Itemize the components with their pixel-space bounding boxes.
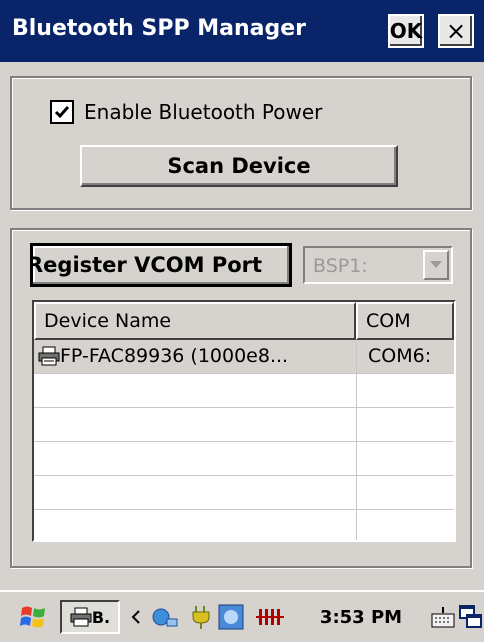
- taskbar: B. 3:53 PM: [0, 590, 484, 642]
- column-header-com[interactable]: COM: [356, 302, 454, 340]
- list-item: [34, 408, 454, 442]
- enable-power-label: Enable Bluetooth Power: [84, 100, 323, 124]
- close-button[interactable]: ×: [438, 14, 474, 48]
- list-item[interactable]: FP-FAC89936 (1000e8... COM6:: [34, 340, 454, 374]
- list-item: [34, 442, 454, 476]
- clock[interactable]: 3:53 PM: [296, 600, 426, 634]
- register-vcom-button[interactable]: Register VCOM Port: [30, 243, 292, 287]
- keyboard-icon[interactable]: [430, 600, 456, 634]
- register-vcom-label: Register VCOM Port: [30, 253, 263, 277]
- enable-power-checkbox[interactable]: [50, 100, 74, 124]
- column-header-device-name[interactable]: Device Name: [34, 302, 356, 340]
- port-select[interactable]: BSP1:: [303, 246, 453, 284]
- title-bar: Bluetooth SPP Manager OK ×: [0, 0, 484, 62]
- start-windows-flag-icon[interactable]: [14, 600, 54, 634]
- ok-button[interactable]: OK: [388, 14, 424, 48]
- port-select-value: BSP1:: [313, 255, 368, 277]
- list-item: [34, 374, 454, 408]
- device-com: COM6:: [368, 345, 432, 367]
- window-title: Bluetooth SPP Manager: [12, 16, 306, 41]
- app-window: Bluetooth SPP Manager OK × Enable Blueto…: [0, 0, 484, 642]
- power-group: [10, 76, 472, 210]
- signal-strength-icon: [252, 600, 288, 634]
- bluetooth-manager-icon[interactable]: [216, 600, 246, 634]
- printer-icon: [38, 346, 60, 366]
- network-connection-icon[interactable]: [148, 600, 180, 634]
- printer-icon: [70, 607, 92, 627]
- switch-windows-icon[interactable]: [458, 600, 484, 634]
- device-list[interactable]: Device Name COM FP-FAC89936 (1000e8... C…: [32, 300, 456, 542]
- taskbar-app-label: B.: [91, 607, 111, 627]
- list-item: [34, 476, 454, 510]
- tray-scroll-left-icon[interactable]: [124, 600, 148, 634]
- enable-power-row[interactable]: Enable Bluetooth Power: [50, 100, 322, 124]
- device-name: FP-FAC89936 (1000e8...: [60, 345, 289, 367]
- list-item: [34, 510, 454, 540]
- dropdown-arrow-icon[interactable]: [423, 250, 449, 280]
- power-plug-icon[interactable]: [188, 600, 214, 634]
- taskbar-app-button[interactable]: B.: [60, 600, 120, 634]
- checkmark-icon: [54, 106, 70, 119]
- scan-device-button[interactable]: Scan Device: [80, 145, 398, 187]
